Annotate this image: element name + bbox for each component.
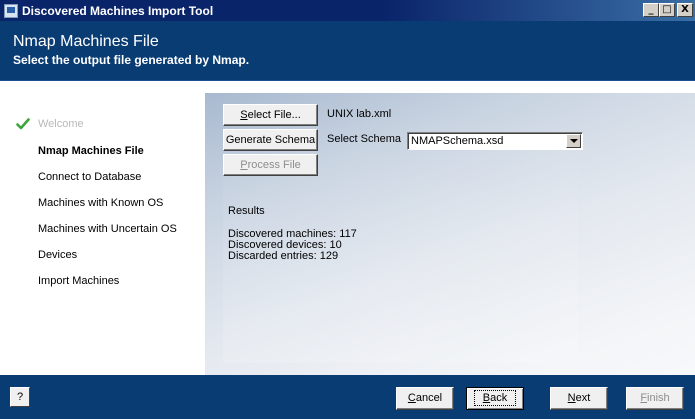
schema-dropdown[interactable]: NMAPSchema.xsd xyxy=(407,132,583,150)
process-file-label: rocess File xyxy=(247,159,301,171)
back-focus-rect: Back xyxy=(473,390,517,406)
cancel-label: ancel xyxy=(415,392,443,404)
selected-file-name: UNIX lab.xml xyxy=(327,108,392,120)
app-window-icon xyxy=(4,3,18,18)
window-title: Discovered Machines Import Tool xyxy=(22,3,214,18)
cancel-button[interactable]: Cancel xyxy=(396,387,454,410)
nav-step-devices[interactable]: Devices xyxy=(38,247,77,263)
wizard-header: Nmap Machines File Select the output fil… xyxy=(0,21,695,81)
select-file-button[interactable]: Select File... xyxy=(223,104,318,126)
next-label: ext xyxy=(575,392,591,404)
nav-step-welcome[interactable]: Welcome xyxy=(38,116,84,132)
title-bar: Discovered Machines Import Tool _ □ X xyxy=(0,0,695,21)
checkmark-icon xyxy=(16,118,30,130)
select-file-mnemonic: S xyxy=(240,109,248,121)
nav-step-import-machines[interactable]: Import Machines xyxy=(38,273,119,289)
back-button[interactable]: Back xyxy=(466,387,524,410)
generate-schema-button[interactable]: Generate Schema xyxy=(223,129,318,151)
nav-step-nmap-machines-file[interactable]: Nmap Machines File xyxy=(38,143,144,159)
nav-step-machines-known-os[interactable]: Machines with Known OS xyxy=(38,195,163,211)
back-label: ack xyxy=(490,392,508,404)
process-file-button[interactable]: Process File xyxy=(223,154,318,176)
results-heading: Results xyxy=(228,205,265,217)
chevron-down-icon[interactable] xyxy=(566,134,581,148)
nav-step-machines-uncertain-os[interactable]: Machines with Uncertain OS xyxy=(38,221,177,237)
finish-button[interactable]: Finish xyxy=(626,387,684,410)
process-file-mnemonic: P xyxy=(240,159,248,171)
results-discarded-entries: Discarded entries: 129 xyxy=(228,250,339,262)
schema-dropdown-value: NMAPSchema.xsd xyxy=(411,135,504,147)
page-subtitle: Select the output file generated by Nmap… xyxy=(13,53,250,67)
select-schema-label: Select Schema xyxy=(327,133,401,145)
select-file-label: elect File... xyxy=(247,109,301,121)
maximize-button[interactable]: □ xyxy=(659,3,675,17)
close-button[interactable]: X xyxy=(677,3,693,17)
page-title: Nmap Machines File xyxy=(13,33,159,50)
header-separator xyxy=(0,81,695,93)
nav-step-connect-to-database[interactable]: Connect to Database xyxy=(38,169,141,185)
finish-label: inish xyxy=(647,392,670,404)
cancel-mnemonic: C xyxy=(407,392,416,404)
next-mnemonic: N xyxy=(567,392,576,404)
window-controls: _ □ X xyxy=(643,3,693,17)
next-button[interactable]: Next xyxy=(550,387,608,410)
minimize-button[interactable]: _ xyxy=(643,3,659,17)
wizard-footer: ? Cancel Back Next Finish xyxy=(0,375,695,419)
back-mnemonic: B xyxy=(482,392,491,404)
help-button[interactable]: ? xyxy=(10,387,30,407)
